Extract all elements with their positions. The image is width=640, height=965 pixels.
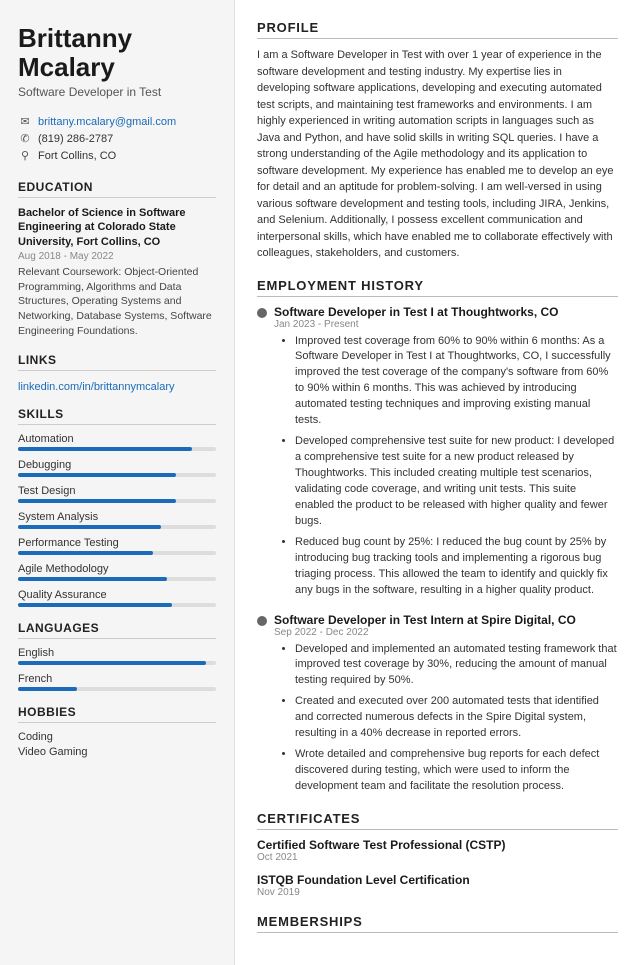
job-title-line-1: Software Developer in Test I at Thoughtw…	[257, 305, 618, 319]
cert-date-1: Oct 2021	[257, 852, 618, 863]
job-date-2: Sep 2022 - Dec 2022	[274, 627, 618, 638]
skill-quality-assurance: Quality Assurance	[18, 589, 216, 607]
skill-bar-bg	[18, 577, 216, 581]
skills-section-header: SKILLS	[18, 407, 216, 425]
skill-performance-testing: Performance Testing	[18, 537, 216, 555]
job-block-2: Software Developer in Test Intern at Spi…	[257, 613, 618, 795]
job-bullet-2-1: Developed and implemented an automated t…	[295, 642, 618, 690]
skill-system-analysis: System Analysis	[18, 511, 216, 529]
links-section-header: LINKS	[18, 353, 216, 371]
skill-test-design: Test Design	[18, 485, 216, 503]
location-icon: ⚲	[18, 149, 32, 162]
skill-debugging: Debugging	[18, 459, 216, 477]
cert-block-2: ISTQB Foundation Level Certification Nov…	[257, 873, 618, 898]
skill-bar-bg	[18, 499, 216, 503]
employment-header: EMPLOYMENT HISTORY	[257, 278, 618, 297]
profile-header: PROFILE	[257, 20, 618, 39]
email-icon: ✉	[18, 115, 32, 128]
cert-name-2: ISTQB Foundation Level Certification	[257, 873, 618, 887]
skill-bar-fill	[18, 525, 161, 529]
lang-english: English	[18, 647, 216, 665]
cert-block-1: Certified Software Test Professional (CS…	[257, 838, 618, 863]
education-date: Aug 2018 - May 2022	[18, 251, 216, 262]
skill-agile-methodology: Agile Methodology	[18, 563, 216, 581]
skill-automation: Automation	[18, 433, 216, 451]
certificates-header: CERTIFICATES	[257, 811, 618, 830]
candidate-title: Software Developer in Test	[18, 85, 216, 99]
job-dot-1	[257, 308, 267, 318]
linkedin-link-item: linkedin.com/in/brittannymcalary	[18, 379, 216, 393]
contact-email: ✉ brittany.mcalary@gmail.com	[18, 115, 216, 128]
memberships-header: MEMBERSHIPS	[257, 914, 618, 933]
skill-bar-fill	[18, 603, 172, 607]
job-bullet-2-2: Created and executed over 200 automated …	[295, 694, 618, 742]
linkedin-link[interactable]: linkedin.com/in/brittannymcalary	[18, 381, 175, 393]
skill-bar-fill	[18, 577, 167, 581]
skill-bar-fill	[18, 447, 192, 451]
skill-bar-bg	[18, 551, 216, 555]
hobbies-section-header: HOBBIES	[18, 705, 216, 723]
skill-bar-bg	[18, 473, 216, 477]
email-link[interactable]: brittany.mcalary@gmail.com	[38, 116, 176, 128]
skill-bar-bg	[18, 525, 216, 529]
skill-bar-fill	[18, 499, 176, 503]
job-bullets-1: Improved test coverage from 60% to 90% w…	[281, 334, 618, 599]
hobby-coding: Coding	[18, 731, 216, 743]
job-bullet-2-3: Wrote detailed and comprehensive bug rep…	[295, 747, 618, 795]
job-bullet-1-1: Improved test coverage from 60% to 90% w…	[295, 334, 618, 430]
education-degree: Bachelor of Science in Software Engineer…	[18, 206, 216, 249]
cert-name-1: Certified Software Test Professional (CS…	[257, 838, 618, 852]
phone-icon: ✆	[18, 132, 32, 145]
languages-section-header: LANGUAGES	[18, 621, 216, 639]
hobby-video-gaming: Video Gaming	[18, 746, 216, 758]
job-title-2: Software Developer in Test Intern at Spi…	[274, 613, 576, 627]
lang-french: French	[18, 673, 216, 691]
lang-bar-fill	[18, 661, 206, 665]
job-bullet-1-2: Developed comprehensive test suite for n…	[295, 434, 618, 530]
skill-bar-bg	[18, 603, 216, 607]
lang-bar-fill	[18, 687, 77, 691]
skill-bar-fill	[18, 473, 176, 477]
contact-block: ✉ brittany.mcalary@gmail.com ✆ (819) 286…	[18, 115, 216, 162]
cert-date-2: Nov 2019	[257, 887, 618, 898]
job-dot-2	[257, 616, 267, 626]
lang-bar-bg	[18, 661, 216, 665]
sidebar: Brittanny Mcalary Software Developer in …	[0, 0, 235, 965]
job-block-1: Software Developer in Test I at Thoughtw…	[257, 305, 618, 599]
skill-bar-bg	[18, 447, 216, 451]
lang-bar-bg	[18, 687, 216, 691]
job-title-1: Software Developer in Test I at Thoughtw…	[274, 305, 558, 319]
education-coursework: Relevant Coursework: Object-Oriented Pro…	[18, 265, 216, 338]
contact-location: ⚲ Fort Collins, CO	[18, 149, 216, 162]
job-date-1: Jan 2023 - Present	[274, 319, 618, 330]
job-bullet-1-3: Reduced bug count by 25%: I reduced the …	[295, 535, 618, 599]
job-title-line-2: Software Developer in Test Intern at Spi…	[257, 613, 618, 627]
profile-text: I am a Software Developer in Test with o…	[257, 47, 618, 262]
education-section-header: EDUCATION	[18, 180, 216, 198]
skill-bar-fill	[18, 551, 153, 555]
contact-phone: ✆ (819) 286-2787	[18, 132, 216, 145]
job-bullets-2: Developed and implemented an automated t…	[281, 642, 618, 795]
candidate-name: Brittanny Mcalary	[18, 24, 216, 81]
main-content: PROFILE I am a Software Developer in Tes…	[235, 0, 640, 965]
